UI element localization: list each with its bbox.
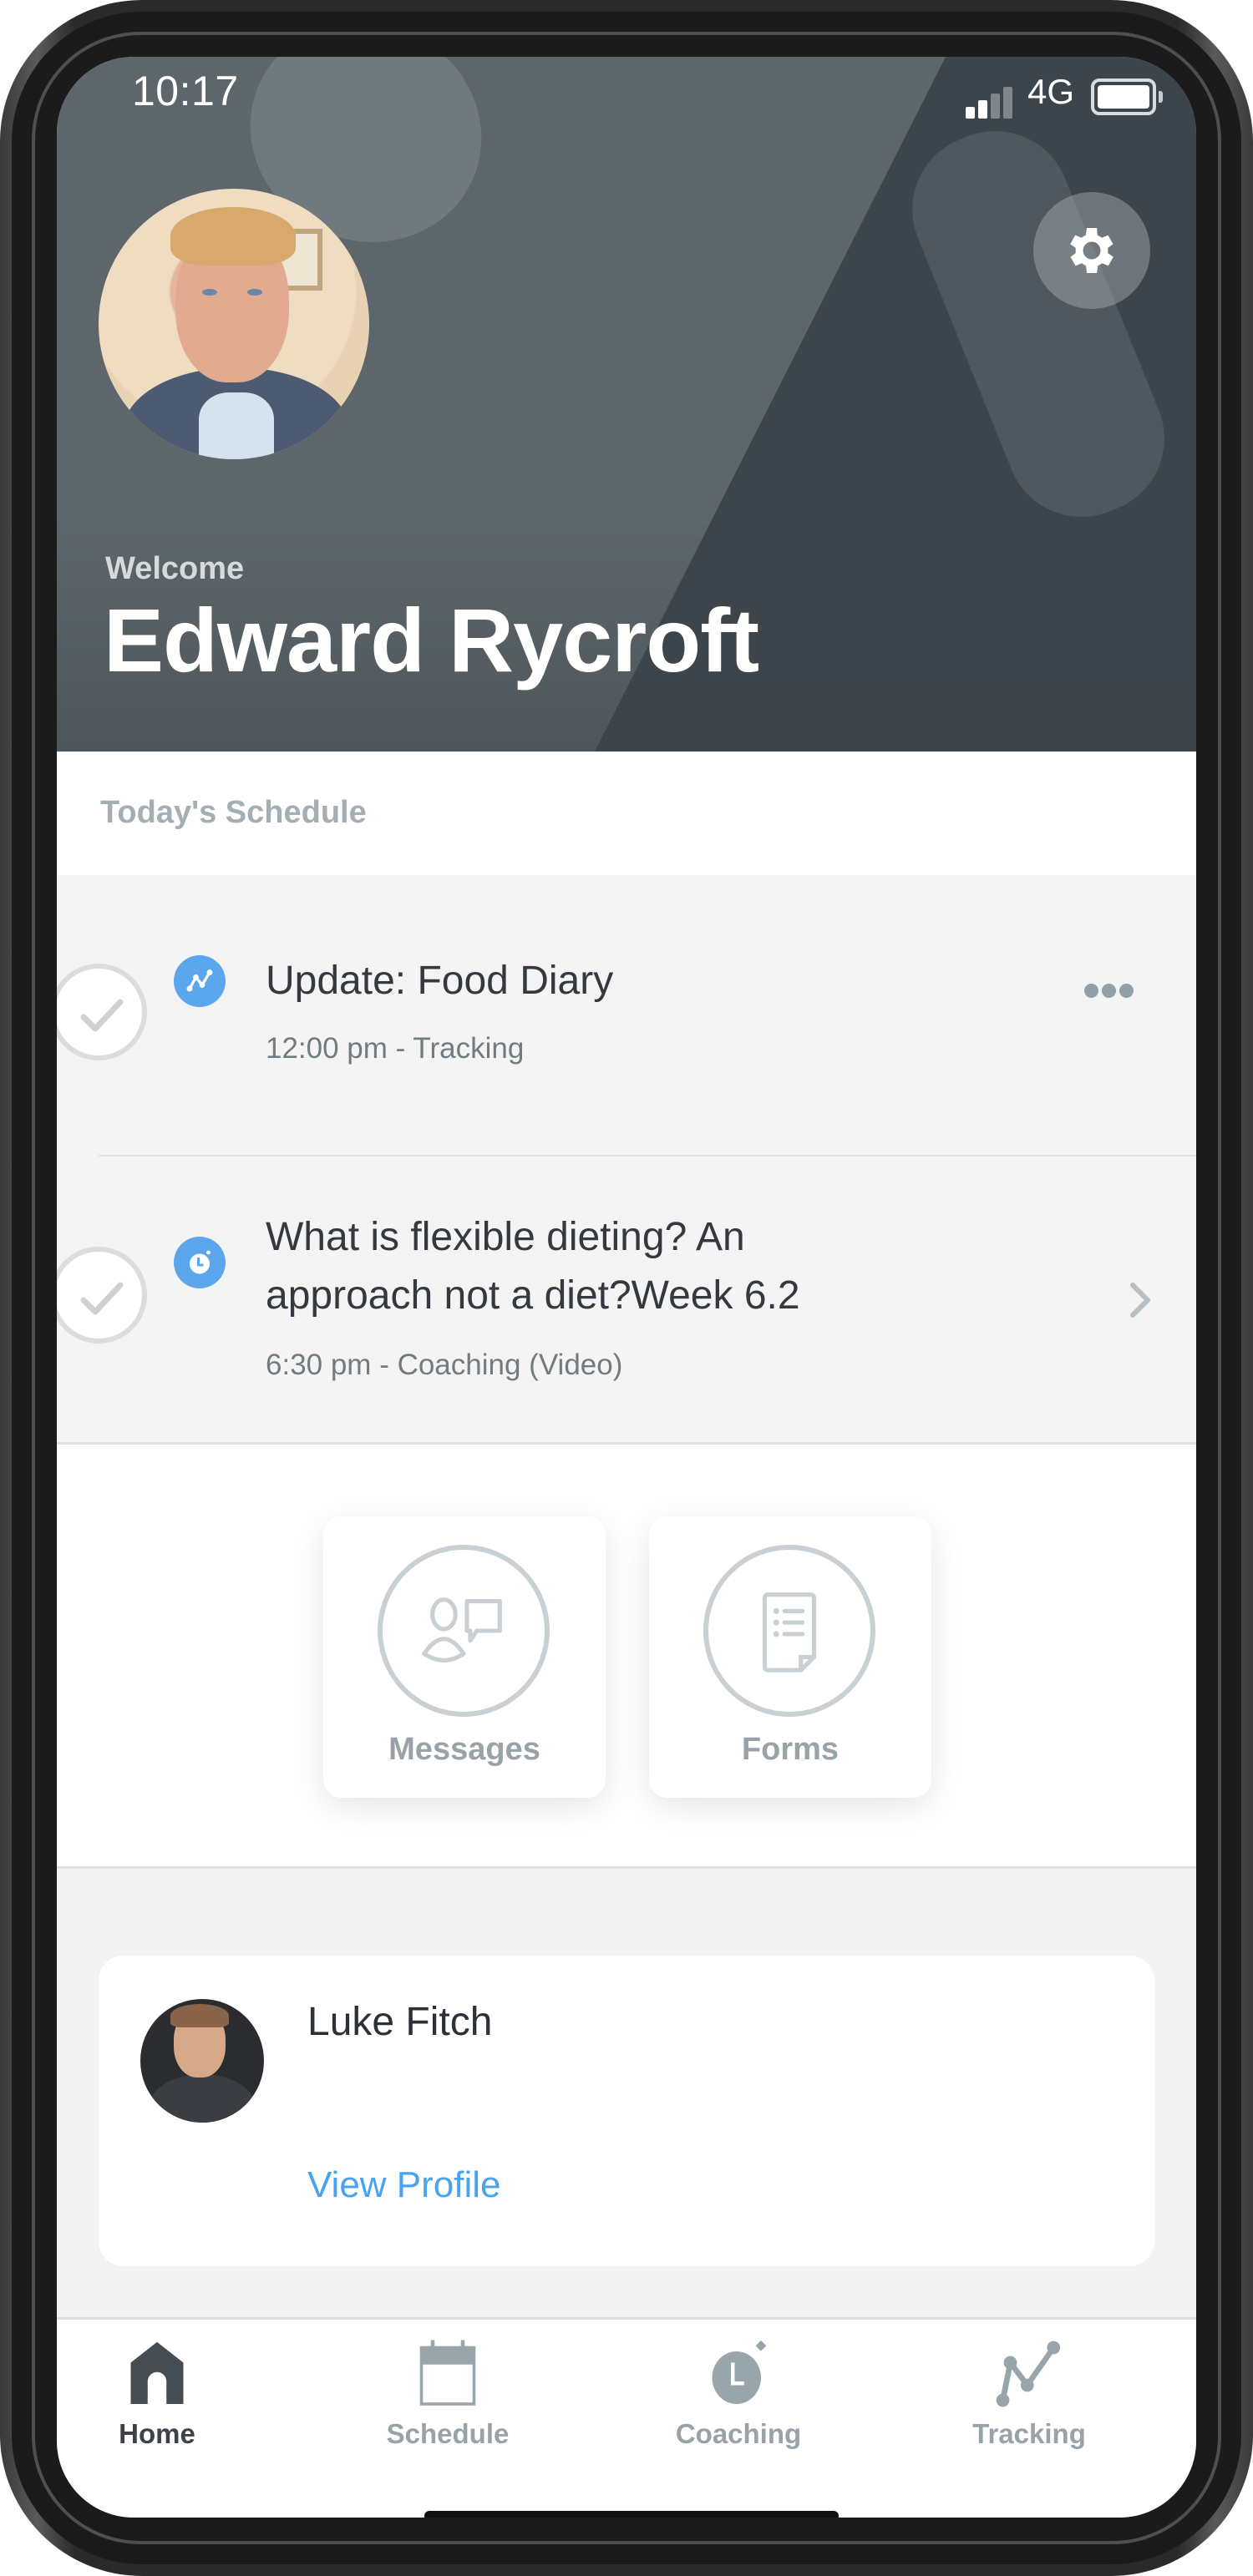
profile-header: 10:17 4G Welcome Edward Rycroft <box>57 57 1196 752</box>
schedule-item-title: Update: Food Diary <box>266 959 614 1003</box>
home-icon <box>130 2341 184 2404</box>
tab-tracking-label: Tracking <box>972 2418 1086 2449</box>
forms-icon-ring <box>703 1545 875 1717</box>
tab-home[interactable]: Home <box>57 2336 257 2453</box>
gear-icon <box>1070 228 1113 273</box>
complete-checkbox[interactable] <box>57 964 147 1060</box>
coach-name: Luke Fitch <box>307 2000 493 2044</box>
tracking-badge <box>174 955 226 1007</box>
user-name: Edward Rycroft <box>104 590 759 691</box>
tab-schedule-label: Schedule <box>386 2418 510 2449</box>
welcome-label: Welcome <box>105 551 245 586</box>
tab-home-label: Home <box>119 2418 195 2449</box>
schedule-item-subtitle: 12:00 pm - Tracking <box>266 1032 525 1065</box>
bottom-tab-bar: Home Schedule Coaching Tracking <box>57 2320 1196 2518</box>
coach-avatar[interactable] <box>140 1999 264 2123</box>
tab-coaching[interactable]: Coaching <box>638 2336 839 2453</box>
calendar-icon <box>419 2340 476 2406</box>
settings-button[interactable] <box>1033 192 1150 309</box>
messages-button[interactable]: Messages <box>323 1516 606 1798</box>
tracking-icon <box>996 2341 1061 2407</box>
schedule-item[interactable]: Update: Food Diary 12:00 pm - Tracking <box>57 875 1196 1156</box>
schedule-item-subtitle: 6:30 pm - Coaching (Video) <box>266 1349 623 1381</box>
tab-coaching-label: Coaching <box>675 2418 802 2449</box>
schedule-item[interactable]: What is flexible dieting? An approach no… <box>57 1156 1196 1442</box>
schedule-list: Update: Food Diary 12:00 pm - Tracking W… <box>57 875 1196 1445</box>
coach-section: Luke Fitch View Profile <box>57 1869 1196 2320</box>
checkmark-icon <box>80 1282 124 1315</box>
quick-actions: Messages Forms <box>57 1445 1196 1869</box>
coach-card[interactable]: Luke Fitch View Profile <box>99 1956 1154 2266</box>
coaching-badge <box>174 1237 226 1288</box>
messages-icon <box>422 1597 502 1663</box>
schedule-title: Today's Schedule <box>100 795 367 830</box>
forms-icon <box>762 1592 817 1673</box>
stopwatch-icon <box>712 2340 767 2404</box>
tracking-icon <box>186 969 213 992</box>
view-profile-link[interactable]: View Profile <box>307 2164 501 2206</box>
signal-strength-icon <box>966 87 1012 119</box>
schedule-item-title: What is flexible dieting? An approach no… <box>266 1208 800 1325</box>
user-avatar[interactable] <box>99 189 369 459</box>
messages-label: Messages <box>388 1732 540 1767</box>
status-time: 10:17 <box>132 68 239 114</box>
schedule-item-title-line1: What is flexible dieting? An <box>266 1215 745 1259</box>
more-icon <box>1084 984 1098 998</box>
home-indicator[interactable] <box>424 2511 839 2518</box>
messages-icon-ring <box>378 1545 550 1717</box>
stopwatch-icon <box>190 1250 211 1274</box>
tab-schedule[interactable]: Schedule <box>347 2336 548 2453</box>
forms-button[interactable]: Forms <box>649 1516 931 1798</box>
forms-label: Forms <box>741 1732 840 1767</box>
schedule-section-header: Today's Schedule <box>57 752 1196 875</box>
app-screen: 10:17 4G Welcome Edward Rycroft Today's … <box>57 57 1196 2518</box>
schedule-item-title-line2: approach not a diet?Week 6.2 <box>266 1273 800 1318</box>
checkmark-icon <box>80 999 124 1032</box>
tab-tracking[interactable]: Tracking <box>929 2336 1129 2453</box>
chevron-right-icon[interactable] <box>1126 1280 1154 1320</box>
more-options-button[interactable] <box>1084 984 1143 1004</box>
network-type: 4G <box>1027 72 1075 111</box>
complete-checkbox[interactable] <box>57 1247 147 1344</box>
battery-full-icon <box>1091 78 1163 115</box>
